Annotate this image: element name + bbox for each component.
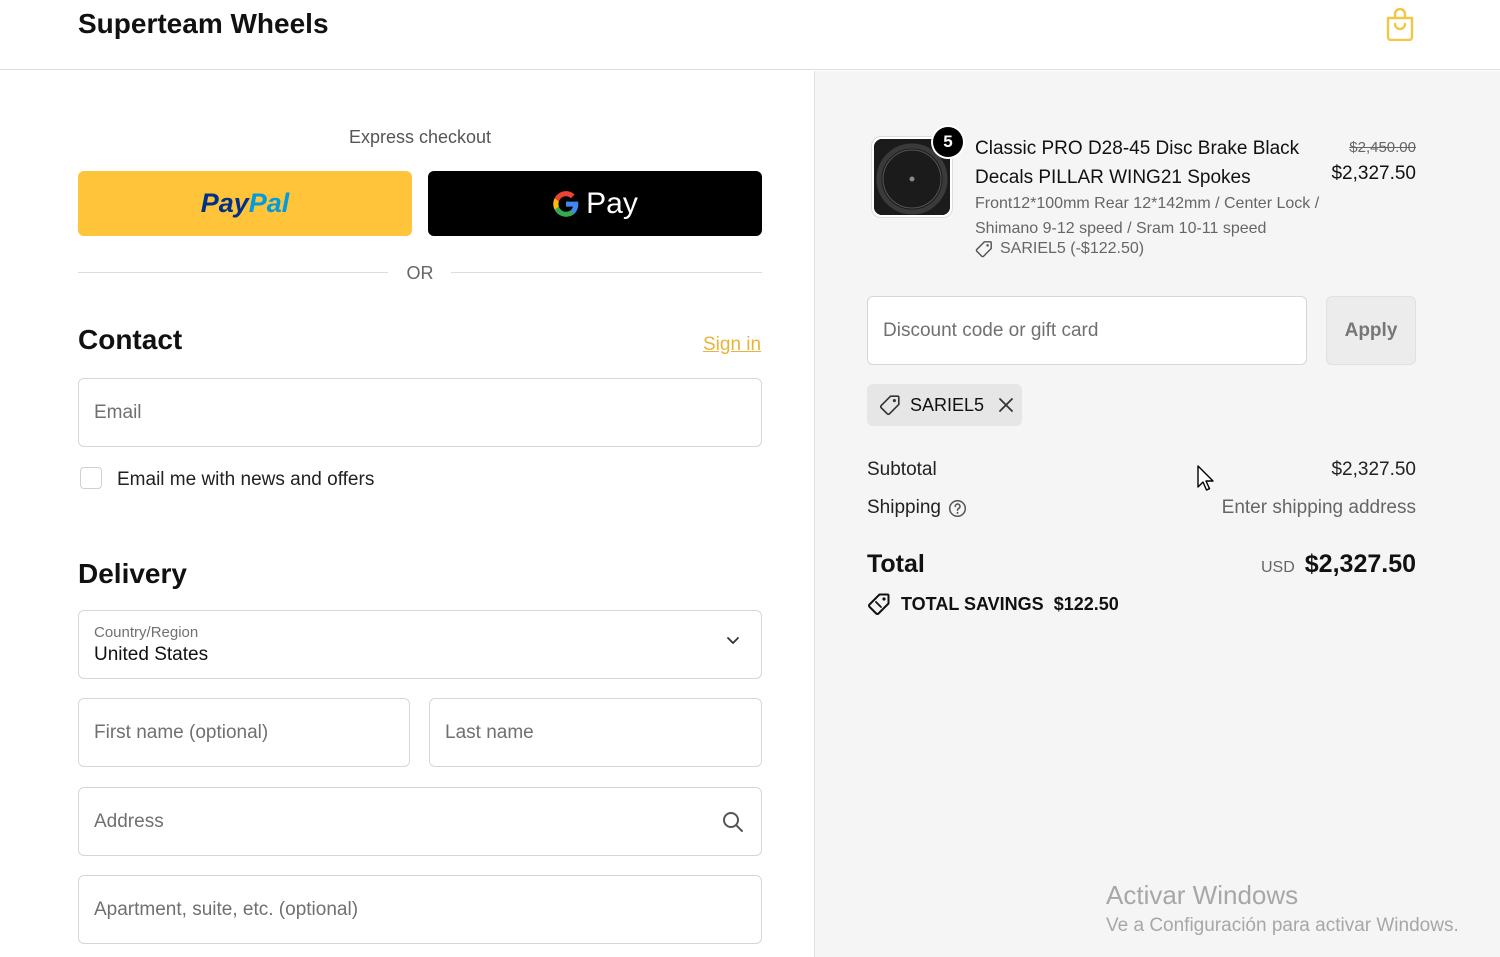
total-value: $2,327.50 — [1304, 550, 1416, 578]
or-label: OR — [406, 263, 434, 283]
shopping-bag-icon[interactable] — [1384, 7, 1416, 41]
paypal-logo-pal: Pal — [248, 188, 290, 218]
country-value: United States — [94, 643, 209, 665]
help-icon[interactable] — [948, 499, 967, 518]
paypal-button[interactable]: Pay Pal — [78, 171, 412, 236]
tag-icon — [975, 241, 992, 258]
header: Superteam Wheels — [0, 0, 1500, 70]
google-pay-label: Pay — [586, 186, 638, 220]
applied-discount-chip: SARIEL5 — [867, 384, 1022, 426]
search-icon[interactable] — [722, 811, 744, 833]
savings-tag-icon — [868, 593, 890, 615]
total-savings-label: TOTAL SAVINGS — [901, 593, 1044, 614]
email-field[interactable]: Email — [78, 378, 762, 447]
discount-code-input[interactable]: Discount code or gift card — [867, 296, 1307, 365]
apartment-field[interactable]: Apartment, suite, etc. (optional) — [78, 875, 762, 944]
country-select[interactable]: Country/Region United States — [78, 610, 762, 679]
delivery-heading: Delivery — [78, 558, 187, 589]
product-price: $2,327.50 — [1331, 163, 1416, 184]
total-savings-value: $122.50 — [1053, 593, 1119, 614]
first-name-placeholder: First name (optional) — [94, 721, 269, 743]
mouse-cursor-icon — [1197, 465, 1214, 491]
first-name-field[interactable]: First name (optional) — [78, 698, 410, 767]
total-value-group: USD $2,327.50 — [1261, 550, 1416, 579]
applied-code-label: SARIEL5 — [910, 394, 985, 415]
product-discount: SARIEL5 (-$122.50) — [975, 240, 1144, 258]
contact-heading: Contact — [78, 324, 183, 355]
close-icon[interactable] — [998, 397, 1014, 413]
apply-button[interactable]: Apply — [1326, 296, 1416, 365]
country-label: Country/Region — [94, 623, 199, 641]
sign-in-link[interactable]: Sign in — [703, 334, 761, 356]
newsletter-checkbox[interactable] — [80, 467, 102, 489]
product-variant: Front12*100mm Rear 12*142mm / Center Loc… — [975, 195, 1320, 237]
apartment-placeholder: Apartment, suite, etc. (optional) — [94, 898, 359, 920]
last-name-placeholder: Last name — [445, 721, 534, 743]
total-savings: TOTAL SAVINGS $122.50 — [867, 592, 1119, 616]
windows-activation-title: Activar Windows — [1106, 880, 1299, 910]
newsletter-label: Email me with news and offers — [117, 469, 375, 490]
quantity-badge: 5 — [933, 127, 963, 157]
shop-name[interactable]: Superteam Wheels — [78, 8, 329, 40]
shipping-value: Enter shipping address — [1221, 497, 1416, 518]
google-g-icon — [553, 190, 579, 217]
original-price: $2,450.00 — [1349, 139, 1416, 156]
total-currency: USD — [1261, 559, 1295, 576]
tag-icon — [879, 395, 900, 416]
address-field[interactable]: Address — [78, 787, 762, 856]
or-divider: OR — [78, 261, 762, 285]
checkout-form: Express checkout Pay Pal Pay OR Contact S… — [0, 71, 814, 957]
express-checkout-title: Express checkout — [348, 127, 492, 147]
subtotal-value: $2,327.50 — [1331, 459, 1416, 480]
chevron-down-icon — [727, 637, 739, 644]
windows-activation-subtitle: Ve a Configuración para activar Windows. — [1106, 915, 1459, 936]
paypal-logo-pay: Pay — [200, 188, 249, 218]
last-name-field[interactable]: Last name — [429, 698, 762, 767]
subtotal-label: Subtotal — [867, 459, 937, 480]
product-discount-label: SARIEL5 (-$122.50) — [1000, 240, 1145, 257]
address-placeholder: Address — [94, 810, 164, 832]
shipping-label: Shipping — [867, 497, 941, 518]
email-placeholder: Email — [94, 401, 142, 423]
google-pay-button[interactable]: Pay — [428, 171, 762, 236]
total-label: Total — [867, 550, 925, 578]
discount-placeholder: Discount code or gift card — [883, 319, 1099, 341]
